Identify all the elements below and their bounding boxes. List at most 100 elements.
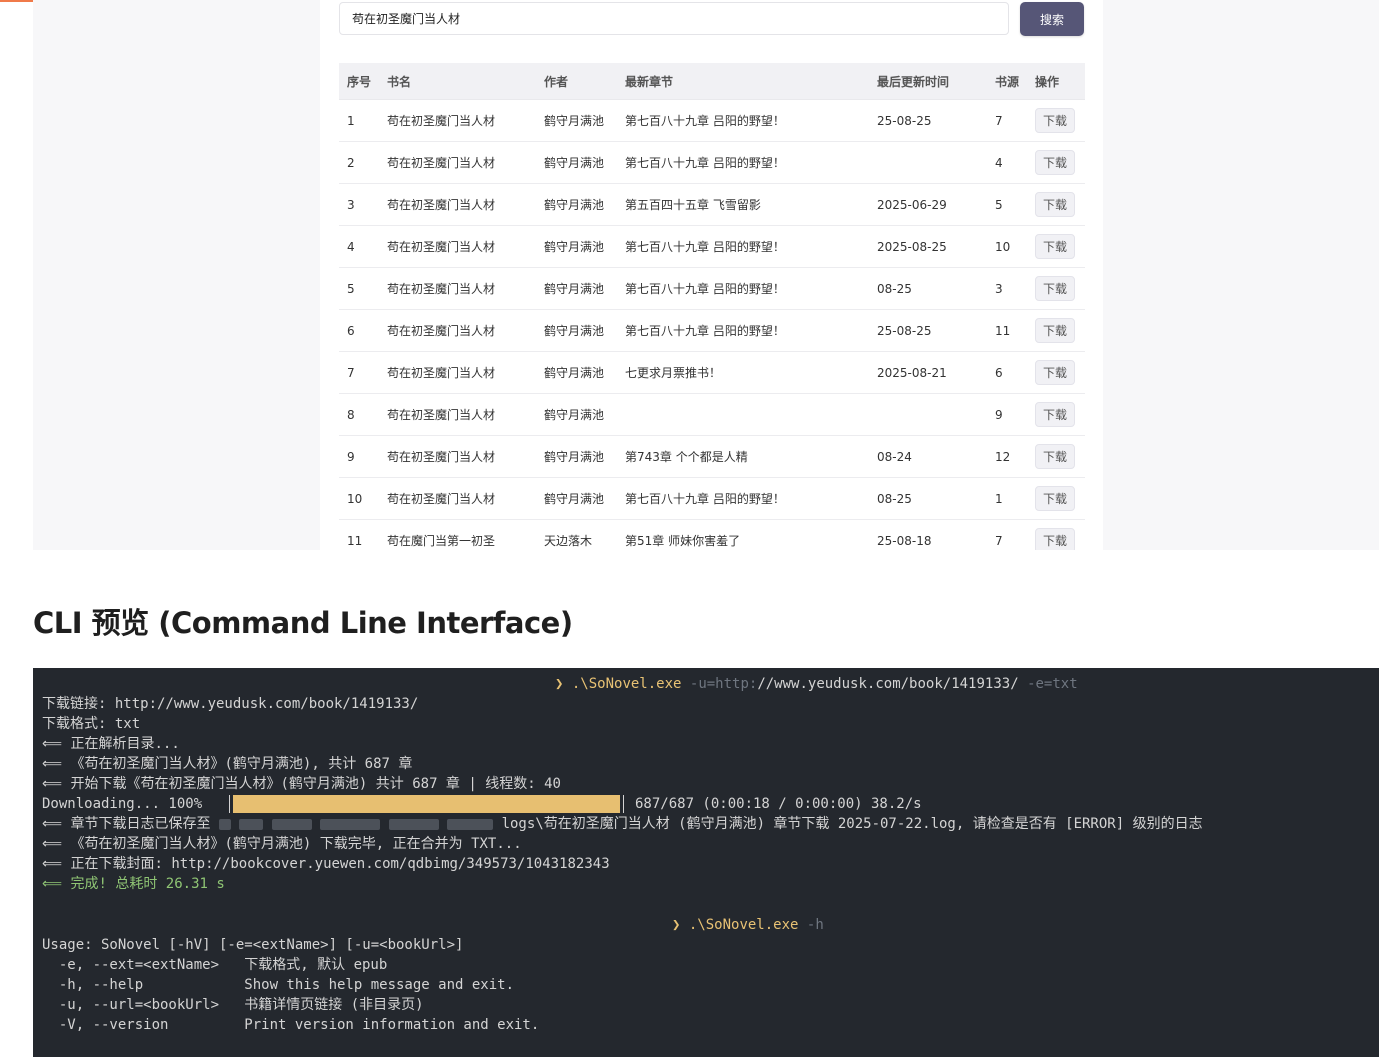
cell-author: 鹤守月满池	[536, 225, 617, 268]
cell-updated: 2025-06-29	[869, 183, 987, 226]
cell-latest-chapter: 七更求月票推书！	[617, 351, 869, 394]
cell-latest-chapter: 第七百八十九章 吕阳的野望！	[617, 309, 869, 352]
cell-author: 鹤守月满池	[536, 183, 617, 226]
download-button[interactable]: 下载	[1035, 150, 1076, 175]
terminal-line: 下载格式: txt	[42, 716, 141, 732]
prompt-url-value: //www.yeudusk.com/book/1419133/	[757, 676, 1019, 692]
table-header-row: 序号 书名 作者 最新章节 最后更新时间 书源 操作	[339, 63, 1085, 100]
column-header-source: 书源	[987, 63, 1027, 100]
cell-index: 7	[339, 351, 379, 394]
cell-author: 鹤守月满池	[536, 477, 617, 520]
cell-index: 2	[339, 141, 379, 184]
cell-author: 鹤守月满池	[536, 435, 617, 478]
prompt-command: .\SoNovel.exe	[688, 917, 799, 933]
column-header-title: 书名	[379, 63, 536, 100]
terminal-line: ⟸ 开始下载《苟在初圣魔门当人材》(鹤守月满池) 共计 687 章 | 线程数:…	[42, 776, 561, 792]
table-row: 10 苟在初圣魔门当人材 鹤守月满池 第七百八十九章 吕阳的野望！ 08-25 1 下载	[339, 477, 1085, 520]
prompt-line-1: ❯ .\SoNovel.exe -u=http://www.yeudusk.co…	[555, 674, 1078, 694]
usage-line: -V, --version Print version information …	[42, 1017, 540, 1033]
table-row: 11 苟在魔门当第一初圣 天边落木 第51章 师妹你害羞了 25-08-18 7 下载	[339, 519, 1085, 550]
cell-source: 6	[987, 351, 1027, 394]
usage-line: -h, --help Show this help message and ex…	[42, 977, 515, 993]
cell-latest-chapter: 第七百八十九章 吕阳的野望！	[617, 99, 869, 142]
cell-action: 下载	[1027, 351, 1085, 394]
download-button[interactable]: 下载	[1035, 108, 1076, 133]
cell-latest-chapter: 第743章 个个都是人精	[617, 435, 869, 478]
download-button[interactable]: 下载	[1035, 444, 1076, 469]
table-row: 8 苟在初圣魔门当人材 鹤守月满池 9 下载	[339, 393, 1085, 436]
cell-index: 3	[339, 183, 379, 226]
column-header-latest-chapter: 最新章节	[617, 63, 869, 100]
cell-source: 1	[987, 477, 1027, 520]
download-button[interactable]: 下载	[1035, 486, 1076, 511]
cell-action: 下载	[1027, 99, 1085, 142]
redacted-path	[239, 818, 264, 830]
terminal-line: ⟸ 《苟在初圣魔门当人材》(鹤守月满池), 共计 687 章	[42, 756, 413, 772]
download-progress-bar	[229, 795, 624, 813]
table-row: 1 苟在初圣魔门当人材 鹤守月满池 第七百八十九章 吕阳的野望！ 25-08-25 7 下载	[339, 99, 1085, 142]
download-progress-fill	[233, 795, 620, 813]
cell-action: 下载	[1027, 141, 1085, 184]
table-row: 3 苟在初圣魔门当人材 鹤守月满池 第五百四十五章 飞雪留影 2025-06-29 5 下载	[339, 183, 1085, 226]
cell-updated: 2025-08-21	[869, 351, 987, 394]
cell-title: 苟在初圣魔门当人材	[379, 477, 536, 520]
search-input[interactable]	[339, 2, 1009, 35]
cell-source: 3	[987, 267, 1027, 310]
download-button[interactable]: 下载	[1035, 318, 1076, 343]
log-saved-line: ⟸ 章节下载日志已保存至 logs\苟在初圣魔门当人材 (鹤守月满池) 章节下载…	[42, 814, 1203, 834]
cell-author: 天边落木	[536, 519, 617, 550]
cell-index: 6	[339, 309, 379, 352]
cell-updated	[869, 393, 987, 436]
cell-latest-chapter: 第七百八十九章 吕阳的野望！	[617, 225, 869, 268]
cell-index: 1	[339, 99, 379, 142]
cell-source: 11	[987, 309, 1027, 352]
column-header-author: 作者	[536, 63, 617, 100]
cell-author: 鹤守月满池	[536, 309, 617, 352]
cover-line: ⟸ 正在下载封面: http://bookcover.yuewen.com/qd…	[42, 856, 610, 872]
cell-title: 苟在初圣魔门当人材	[379, 309, 536, 352]
prompt-flag-url: -u=http:	[689, 676, 758, 692]
prompt-symbol: ❯	[672, 917, 681, 933]
cell-index: 8	[339, 393, 379, 436]
cell-action: 下载	[1027, 267, 1085, 310]
download-button[interactable]: 下载	[1035, 402, 1076, 427]
cell-updated: 08-25	[869, 477, 987, 520]
redacted-path	[388, 818, 439, 830]
terminal-line: 下载链接: http://www.yeudusk.com/book/141913…	[42, 696, 419, 712]
download-button[interactable]: 下载	[1035, 360, 1076, 385]
cell-index: 5	[339, 267, 379, 310]
log-line-prefix: ⟸ 章节下载日志已保存至	[42, 816, 211, 832]
table-row: 2 苟在初圣魔门当人材 鹤守月满池 第七百八十九章 吕阳的野望！ 4 下载	[339, 141, 1085, 184]
cell-updated: 08-24	[869, 435, 987, 478]
cell-latest-chapter: 第七百八十九章 吕阳的野望！	[617, 477, 869, 520]
cell-author: 鹤守月满池	[536, 99, 617, 142]
prompt-symbol: ❯	[555, 676, 564, 692]
cell-action: 下载	[1027, 183, 1085, 226]
terminal-window: ❯ .\SoNovel.exe -u=http://www.yeudusk.co…	[33, 668, 1379, 1057]
cell-source: 9	[987, 393, 1027, 436]
search-button[interactable]: 搜索	[1020, 2, 1084, 36]
table-row: 4 苟在初圣魔门当人材 鹤守月满池 第七百八十九章 吕阳的野望！ 2025-08-25 1…	[339, 225, 1085, 268]
cell-title: 苟在初圣魔门当人材	[379, 393, 536, 436]
cell-action: 下载	[1027, 309, 1085, 352]
book-results-table: 序号 书名 作者 最新章节 最后更新时间 书源 操作 1 苟在初圣魔门当人材 鹤守月…	[339, 63, 1085, 550]
download-button[interactable]: 下载	[1035, 528, 1076, 550]
cell-author: 鹤守月满池	[536, 393, 617, 436]
cell-title: 苟在初圣魔门当人材	[379, 183, 536, 226]
search-results-card: 搜索 序号 书名 作者 最新章节 最后更新时间 书源 操作 1苟在初圣魔门当人材…	[320, 0, 1103, 550]
cell-action: 下载	[1027, 477, 1085, 520]
download-button[interactable]: 下载	[1035, 276, 1076, 301]
download-button[interactable]: 下载	[1035, 234, 1076, 259]
cell-index: 11	[339, 519, 379, 550]
log-line-suffix: logs\苟在初圣魔门当人材 (鹤守月满池) 章节下载 2025-07-22.l…	[501, 816, 1203, 832]
cell-source: 4	[987, 141, 1027, 184]
prompt-line-2: ❯ .\SoNovel.exe -h	[672, 915, 824, 935]
download-button[interactable]: 下载	[1035, 192, 1076, 217]
cell-updated: 2025-08-25	[869, 225, 987, 268]
usage-line: -e, --ext=<extName> 下载格式, 默认 epub	[42, 957, 388, 973]
column-header-index: 序号	[339, 63, 379, 100]
cell-source: 7	[987, 99, 1027, 142]
prompt-command: .\SoNovel.exe	[571, 676, 682, 692]
cell-source: 12	[987, 435, 1027, 478]
cell-title: 苟在初圣魔门当人材	[379, 141, 536, 184]
